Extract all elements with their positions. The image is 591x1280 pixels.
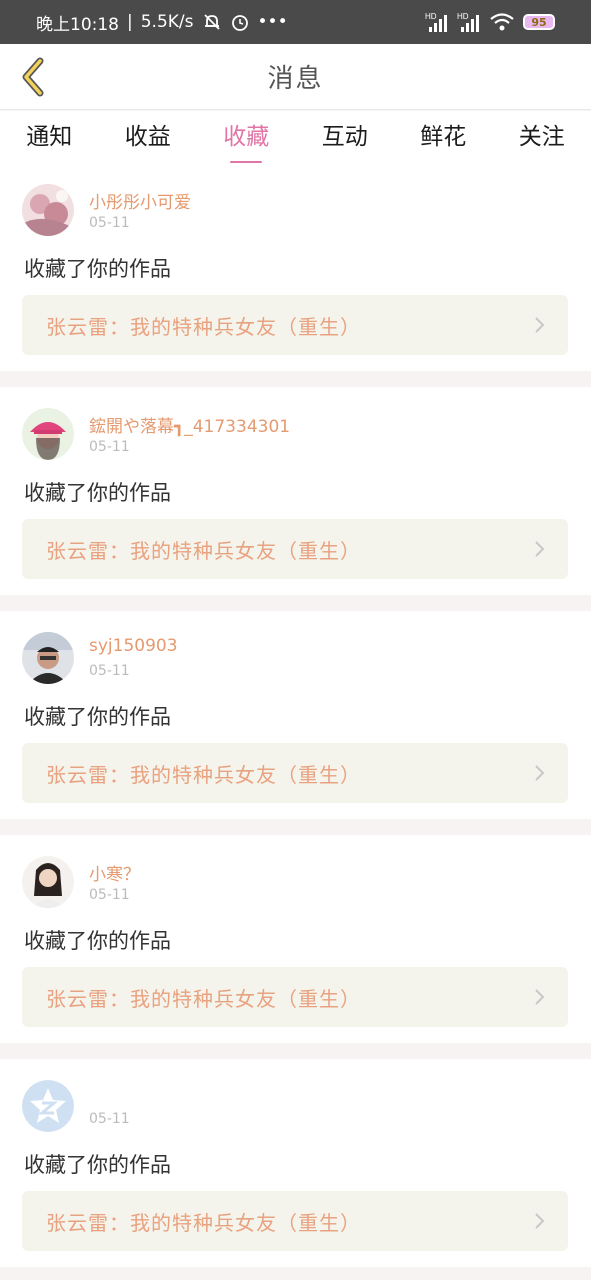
timestamp: 05-11 — [89, 663, 130, 679]
status-bar: 晚上10:18 | 5.5K/s ••• HD HD 95 — [0, 0, 591, 44]
work-link[interactable]: 张云雷：我的特种兵女友（重生） — [22, 519, 568, 579]
more-dots-icon: ••• — [257, 12, 288, 32]
message-list: 小彤彤小可爱 05-11 收藏了你的作品 张云雷：我的特种兵女友（重生） 鋐開や… — [0, 163, 591, 1280]
chevron-right-icon — [534, 988, 546, 1006]
timestamp: 05-11 — [89, 1111, 130, 1127]
tab-following[interactable]: 关注 — [493, 114, 591, 160]
tab-bar: 通知 收益 收藏 互动 鲜花 关注 — [0, 111, 591, 164]
list-item: 小彤彤小可爱 05-11 收藏了你的作品 张云雷：我的特种兵女友（重生） — [0, 163, 591, 371]
action-text: 收藏了你的作品 — [24, 1153, 171, 1177]
username[interactable]: 小彤彤小可爱 — [89, 188, 191, 213]
tab-flowers[interactable]: 鲜花 — [394, 114, 493, 160]
tab-favorites[interactable]: 收藏 — [197, 114, 296, 164]
list-item: syj150903 05-11 收藏了你的作品 张云雷：我的特种兵女友（重生） — [0, 611, 591, 819]
page-title: 消息 — [267, 64, 324, 94]
work-link[interactable]: 张云雷：我的特种兵女友（重生） — [22, 295, 568, 355]
svg-text:HD: HD — [425, 12, 437, 21]
avatar[interactable] — [22, 184, 74, 236]
avatar[interactable] — [22, 856, 74, 908]
list-item: 鋐開や落幕┓_417334301 05-11 收藏了你的作品 张云雷：我的特种兵… — [0, 387, 591, 595]
tab-interactions[interactable]: 互动 — [296, 114, 395, 160]
chevron-right-icon — [534, 316, 546, 334]
mute-bell-icon — [202, 12, 222, 32]
back-chevron-icon — [22, 57, 44, 97]
list-item: 05-11 收藏了你的作品 张云雷：我的特种兵女友（重生） — [0, 1059, 591, 1267]
wifi-icon — [489, 12, 515, 32]
work-title: 张云雷：我的特种兵女友（重生） — [46, 538, 361, 563]
status-time: 晚上10:18 — [36, 14, 119, 35]
avatar[interactable] — [22, 1080, 74, 1132]
username[interactable]: 小寒？ — [89, 860, 140, 885]
timestamp: 05-11 — [89, 439, 130, 455]
username[interactable]: 鋐開や落幕┓_417334301 — [89, 412, 290, 437]
timestamp: 05-11 — [89, 887, 130, 903]
status-left: 晚上10:18 | 5.5K/s ••• — [36, 10, 288, 35]
chevron-right-icon — [534, 764, 546, 782]
hd-signal-icon: HD — [425, 11, 449, 33]
hd-signal-icon: HD — [457, 11, 481, 33]
work-title: 张云雷：我的特种兵女友（重生） — [46, 986, 361, 1011]
work-title: 张云雷：我的特种兵女友（重生） — [46, 1210, 361, 1235]
work-link[interactable]: 张云雷：我的特种兵女友（重生） — [22, 1191, 568, 1251]
work-title: 张云雷：我的特种兵女友（重生） — [46, 762, 361, 787]
tab-earnings[interactable]: 收益 — [99, 114, 198, 160]
action-text: 收藏了你的作品 — [24, 257, 171, 281]
username[interactable]: syj150903 — [89, 636, 178, 656]
avatar[interactable] — [22, 408, 74, 460]
avatar[interactable] — [22, 632, 74, 684]
action-text: 收藏了你的作品 — [24, 705, 171, 729]
work-link[interactable]: 张云雷：我的特种兵女友（重生） — [22, 743, 568, 803]
header: 消息 — [0, 44, 591, 110]
chevron-right-icon — [534, 540, 546, 558]
battery-icon: 95 — [523, 14, 555, 30]
back-button[interactable] — [10, 54, 56, 100]
timestamp: 05-11 — [89, 215, 130, 231]
chevron-right-icon — [534, 1212, 546, 1230]
action-text: 收藏了你的作品 — [24, 929, 171, 953]
action-text: 收藏了你的作品 — [24, 481, 171, 505]
work-link[interactable]: 张云雷：我的特种兵女友（重生） — [22, 967, 568, 1027]
list-item: 小寒？ 05-11 收藏了你的作品 张云雷：我的特种兵女友（重生） — [0, 835, 591, 1043]
status-speed: 5.5K/s — [140, 12, 194, 32]
alarm-icon — [230, 12, 250, 32]
svg-text:HD: HD — [457, 12, 469, 21]
work-title: 张云雷：我的特种兵女友（重生） — [46, 314, 361, 339]
status-divider: | — [127, 12, 133, 32]
status-right: HD HD 95 — [425, 11, 555, 33]
tab-notifications[interactable]: 通知 — [0, 114, 99, 160]
